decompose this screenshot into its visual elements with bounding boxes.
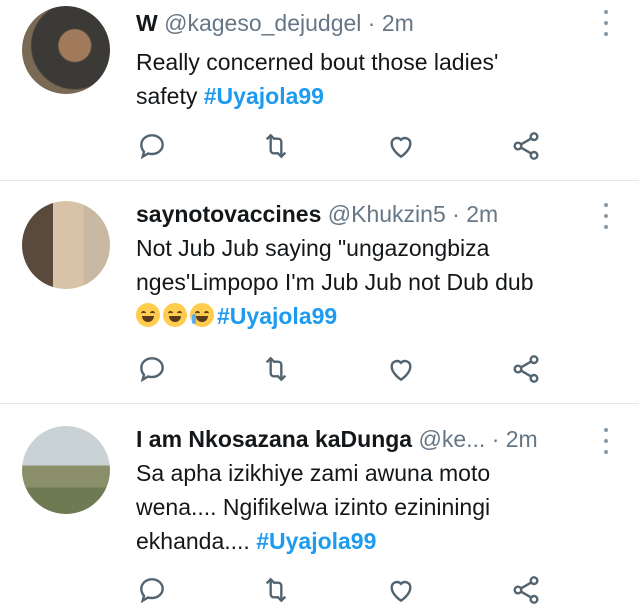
- tweet-header: W @kageso_dejudgel · 2m: [136, 8, 579, 38]
- tweet-text-line: Really concerned bout those ladies': [136, 49, 499, 75]
- tweet-actions: [136, 574, 556, 606]
- avatar[interactable]: [22, 426, 110, 514]
- tweet-text-line: ekhanda....: [136, 528, 257, 554]
- share-icon[interactable]: [510, 574, 542, 606]
- tweet-text: Really concerned bout those ladies' safe…: [136, 45, 616, 113]
- share-icon[interactable]: [510, 130, 542, 162]
- timestamp[interactable]: 2m: [466, 201, 498, 227]
- tweet-header: saynotovaccines @Khukzin5 · 2m: [136, 199, 579, 229]
- timestamp[interactable]: 2m: [506, 426, 538, 452]
- display-name[interactable]: saynotovaccines: [136, 201, 321, 227]
- retweet-icon[interactable]: [260, 574, 292, 606]
- reply-icon[interactable]: [136, 353, 168, 385]
- hashtag-link[interactable]: #Uyajola99: [256, 528, 376, 554]
- tweet-text-line: Sa apha izikhiye zami awuna moto: [136, 460, 491, 486]
- grinning-face-with-sweat-icon: [163, 303, 187, 327]
- user-handle[interactable]: @kageso_dejudgel: [164, 10, 361, 36]
- avatar[interactable]: [22, 6, 110, 94]
- face-with-tears-of-joy-icon: [136, 303, 160, 327]
- tweet-header: I am Nkosazana kaDunga @ke... · 2m: [136, 424, 579, 454]
- tweet-text-line: nges'Limpopo I'm Jub Jub not Dub dub: [136, 269, 534, 295]
- hashtag-link[interactable]: #Uyajola99: [204, 83, 324, 109]
- hashtag-link[interactable]: #Uyajola99: [217, 303, 337, 329]
- reply-icon[interactable]: [136, 574, 168, 606]
- tweet-text-line: safety: [136, 83, 204, 109]
- more-icon[interactable]: [601, 10, 611, 36]
- display-name[interactable]: W: [136, 10, 158, 36]
- user-handle[interactable]: @ke...: [419, 426, 486, 452]
- retweet-icon[interactable]: [260, 130, 292, 162]
- tweet-actions: [136, 130, 556, 162]
- separator-dot: ·: [491, 426, 500, 452]
- separator-dot: ·: [367, 10, 376, 36]
- more-icon[interactable]: [601, 428, 611, 454]
- loudly-crying-face-icon: [190, 303, 214, 327]
- tweet-3[interactable]: I am Nkosazana kaDunga @ke... · 2m Sa ap…: [0, 404, 639, 616]
- share-icon[interactable]: [510, 353, 542, 385]
- tweet-2[interactable]: saynotovaccines @Khukzin5 · 2m Not Jub J…: [0, 181, 639, 403]
- tweet-1[interactable]: W @kageso_dejudgel · 2m Really concerned…: [0, 0, 639, 180]
- tweet-text-line: Not Jub Jub saying "ungazongbiza: [136, 235, 490, 261]
- timestamp[interactable]: 2m: [382, 10, 414, 36]
- like-icon[interactable]: [385, 574, 417, 606]
- display-name[interactable]: I am Nkosazana kaDunga: [136, 426, 412, 452]
- more-icon[interactable]: [601, 203, 611, 229]
- reply-icon[interactable]: [136, 130, 168, 162]
- tweet-text: Sa apha izikhiye zami awuna moto wena...…: [136, 456, 616, 558]
- like-icon[interactable]: [385, 353, 417, 385]
- tweet-text: Not Jub Jub saying "ungazongbiza nges'Li…: [136, 231, 616, 333]
- tweet-text-line: wena.... Ngifikelwa izinto ezininingi: [136, 494, 491, 520]
- like-icon[interactable]: [385, 130, 417, 162]
- tweet-actions: [136, 353, 556, 385]
- user-handle[interactable]: @Khukzin5: [328, 201, 446, 227]
- separator-dot: ·: [452, 201, 460, 227]
- avatar[interactable]: [22, 201, 110, 289]
- retweet-icon[interactable]: [260, 353, 292, 385]
